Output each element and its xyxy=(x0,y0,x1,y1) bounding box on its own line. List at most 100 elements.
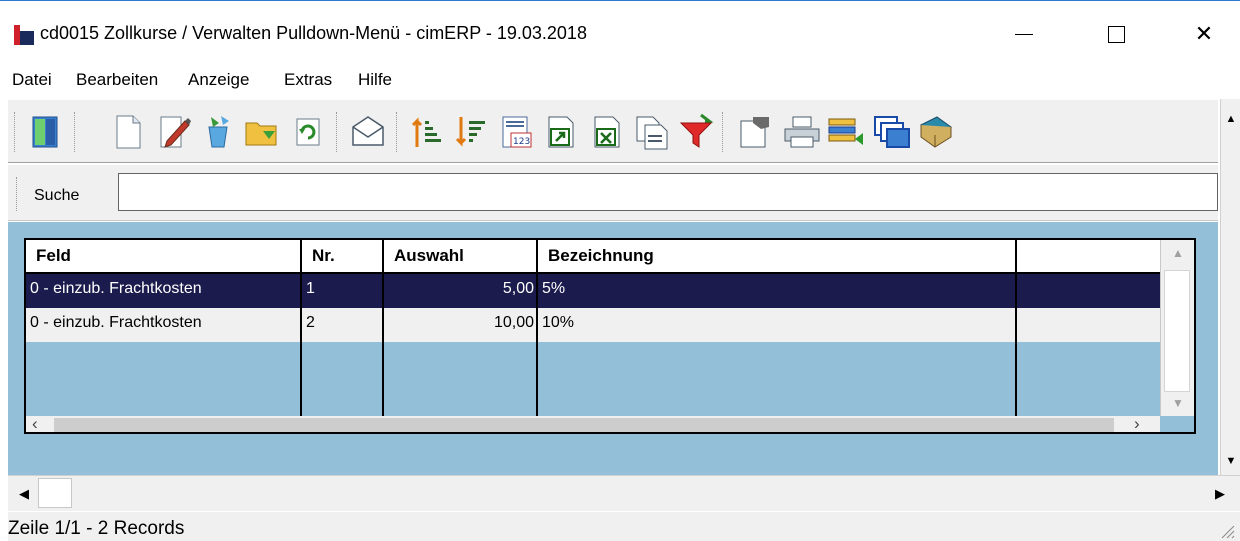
app-window: cd0015 Zollkurse / Verwalten Pulldown-Me… xyxy=(0,0,1240,541)
column-header-bezeichnung[interactable]: Bezeichnung xyxy=(538,240,1017,274)
cell-empty[interactable] xyxy=(1017,308,1162,342)
empty-cell xyxy=(302,342,384,416)
document-hand-button[interactable] xyxy=(734,108,774,156)
cell-nr[interactable]: 1 xyxy=(302,274,384,308)
document-hand-icon xyxy=(740,117,769,148)
cell-feld[interactable]: 0 - einzub. Frachtkosten xyxy=(26,308,302,342)
refresh-button[interactable] xyxy=(288,108,328,156)
edit-button[interactable] xyxy=(154,108,194,156)
empty-cell xyxy=(384,342,538,416)
calendar-123-icon: 123 xyxy=(502,116,532,148)
sort-descending-icon xyxy=(455,117,485,147)
grid-scroll-up-icon[interactable]: ▲ xyxy=(1161,246,1194,260)
search-label: Suche xyxy=(34,187,80,204)
columns-button[interactable] xyxy=(826,108,866,156)
search-grip xyxy=(16,177,19,211)
filter-funnel-icon xyxy=(679,113,714,148)
exit-button[interactable] xyxy=(26,108,66,156)
recycle-button[interactable] xyxy=(198,108,238,156)
excel-export-icon xyxy=(594,116,620,148)
menu-bar: Datei Bearbeiten Anzeige Extras Hilfe xyxy=(0,63,1240,97)
table-row[interactable]: 0 - einzub. Frachtkosten 2 10,00 10% xyxy=(26,308,1162,342)
toolbar-separator xyxy=(336,112,339,152)
status-bar: Zeile 1/1 - 2 Records xyxy=(8,512,1240,541)
grid-scroll-track[interactable] xyxy=(54,418,1114,432)
menu-hilfe[interactable]: Hilfe xyxy=(358,70,392,90)
exit-door-icon xyxy=(32,116,58,148)
data-grid: Feld Nr. Auswahl Bezeichnung 0 - einzub.… xyxy=(24,238,1196,434)
windows-button[interactable] xyxy=(872,108,912,156)
export-button[interactable] xyxy=(542,108,582,156)
content-area: Feld Nr. Auswahl Bezeichnung 0 - einzub.… xyxy=(8,222,1218,475)
cell-bezeichnung[interactable]: 10% xyxy=(538,308,1017,342)
book-button[interactable] xyxy=(916,108,956,156)
svg-text:123: 123 xyxy=(513,137,530,147)
copy-documents-icon xyxy=(636,116,668,150)
columns-icon xyxy=(828,118,863,145)
scroll-right-arrow-icon[interactable]: ▶ xyxy=(1204,478,1236,510)
empty-cell xyxy=(26,342,302,416)
sort-asc-button[interactable] xyxy=(408,108,448,156)
cell-feld[interactable]: 0 - einzub. Frachtkosten xyxy=(26,274,302,308)
title-bar[interactable]: cd0015 Zollkurse / Verwalten Pulldown-Me… xyxy=(0,1,1240,63)
column-header-auswahl[interactable]: Auswahl xyxy=(384,240,538,274)
main-vertical-scrollbar[interactable]: ▲ ▼ xyxy=(1220,99,1240,475)
filter-button[interactable] xyxy=(676,108,716,156)
cell-auswahl[interactable]: 10,00 xyxy=(384,308,538,342)
main-horizontal-scrollbar[interactable]: ◀ ▶ xyxy=(8,475,1240,511)
edit-pencil-icon xyxy=(160,116,191,148)
maximize-button[interactable] xyxy=(1092,11,1140,57)
grid-horizontal-scrollbar[interactable]: ‹ › xyxy=(26,414,1160,432)
menu-bearbeiten[interactable]: Bearbeiten xyxy=(76,70,158,90)
open-button[interactable] xyxy=(242,108,282,156)
minimize-icon xyxy=(1015,33,1033,35)
grid-scroll-right-icon[interactable]: › xyxy=(1134,414,1140,432)
mail-button[interactable] xyxy=(348,108,388,156)
copy-button[interactable] xyxy=(632,108,672,156)
search-bar: Suche xyxy=(8,165,1218,221)
scroll-left-arrow-icon[interactable]: ◀ xyxy=(8,478,40,510)
mail-envelope-icon xyxy=(352,116,384,146)
cell-auswahl[interactable]: 5,00 xyxy=(384,274,538,308)
menu-anzeige[interactable]: Anzeige xyxy=(188,70,249,90)
menu-datei[interactable]: Datei xyxy=(12,70,52,90)
main-scroll-thumb[interactable] xyxy=(38,478,72,508)
toolbar-separator xyxy=(396,112,399,152)
print-button[interactable] xyxy=(782,108,822,156)
windows-icon xyxy=(874,116,910,148)
export-icon xyxy=(548,116,574,148)
new-document-icon xyxy=(116,115,141,149)
resize-grip-icon[interactable] xyxy=(1218,522,1236,540)
empty-row xyxy=(26,342,1162,416)
scroll-down-arrow-icon[interactable]: ▼ xyxy=(1225,455,1237,467)
minimize-button[interactable] xyxy=(1000,11,1048,57)
app-logo-icon xyxy=(14,25,34,45)
printer-icon xyxy=(784,116,820,148)
cell-empty[interactable] xyxy=(1017,274,1162,308)
cell-bezeichnung[interactable]: 5% xyxy=(538,274,1017,308)
column-header-feld[interactable]: Feld xyxy=(26,240,302,274)
table-row[interactable]: 0 - einzub. Frachtkosten 1 5,00 5% xyxy=(26,274,1162,308)
refresh-icon xyxy=(296,118,320,146)
menu-extras[interactable]: Extras xyxy=(284,70,332,90)
column-header-nr[interactable]: Nr. xyxy=(302,240,384,274)
new-button[interactable] xyxy=(108,108,148,156)
toolbar-grip[interactable] xyxy=(14,112,17,152)
sort-ascending-icon xyxy=(411,117,441,147)
grid-scroll-thumb[interactable] xyxy=(1164,270,1190,392)
cell-nr[interactable]: 2 xyxy=(302,308,384,342)
grid-vertical-scrollbar[interactable]: ▲ ▼ xyxy=(1160,240,1194,416)
calendar-button[interactable]: 123 xyxy=(496,108,536,156)
excel-button[interactable] xyxy=(588,108,628,156)
scroll-up-arrow-icon[interactable]: ▲ xyxy=(1225,113,1237,125)
empty-cell xyxy=(538,342,1017,416)
close-button[interactable]: ✕ xyxy=(1180,11,1228,57)
search-input[interactable] xyxy=(118,173,1218,211)
empty-cell xyxy=(1017,342,1162,416)
sort-desc-button[interactable] xyxy=(452,108,492,156)
grid-scroll-down-icon[interactable]: ▼ xyxy=(1161,396,1194,410)
grid-scroll-left-icon[interactable]: ‹ xyxy=(32,414,38,432)
recycle-icon xyxy=(208,116,229,148)
column-header-empty[interactable] xyxy=(1017,240,1162,274)
close-icon: ✕ xyxy=(1194,21,1214,46)
